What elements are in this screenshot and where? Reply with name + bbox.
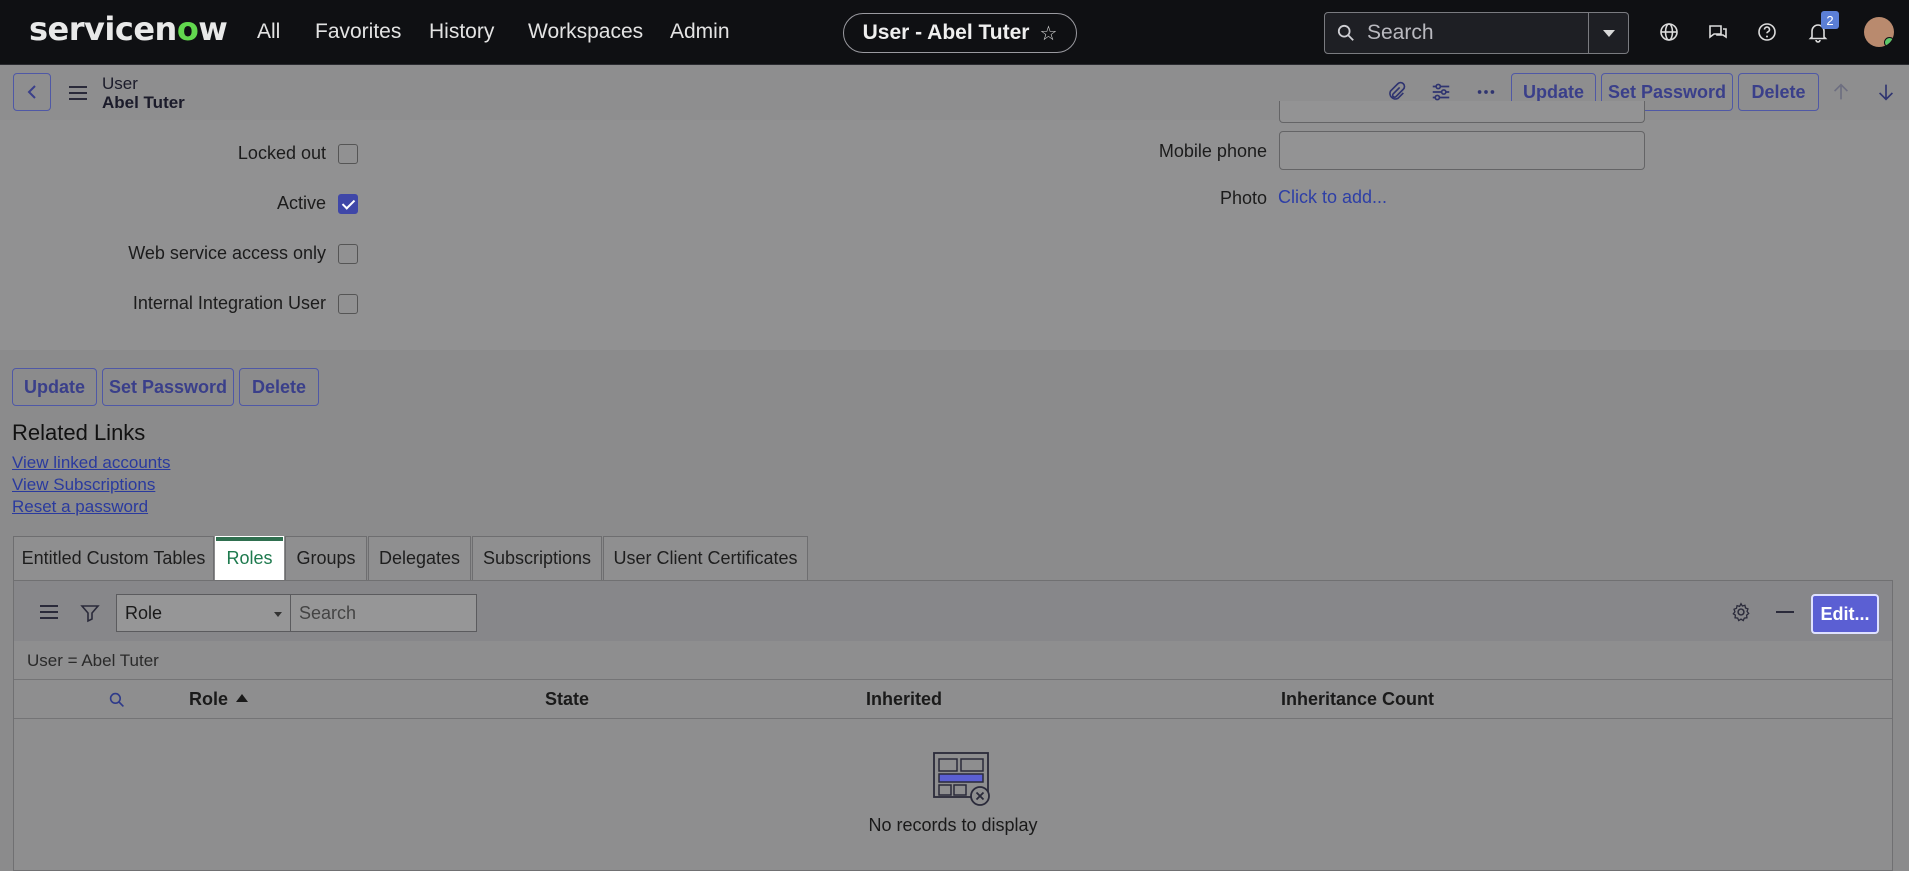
empty-list-message: No records to display	[868, 815, 1038, 835]
web-service-access-only-checkbox[interactable]	[338, 244, 358, 264]
roles-related-list: Role Search Edit... User = Abel Tuter Ro…	[13, 580, 1893, 871]
gear-icon[interactable]	[1730, 601, 1752, 623]
column-header-role[interactable]: Role	[189, 689, 249, 710]
list-search-input[interactable]: Search	[290, 594, 477, 632]
form-context-menu-icon[interactable]	[69, 86, 87, 100]
global-search-input[interactable]: Search	[1324, 12, 1589, 54]
web-service-access-only-label: Web service access only	[128, 243, 326, 263]
active-checkbox[interactable]	[338, 194, 358, 214]
photo-label: Photo	[1219, 188, 1267, 208]
mobile-phone-input[interactable]	[1279, 131, 1645, 170]
nav-all[interactable]: All	[257, 20, 280, 44]
tab-delegates[interactable]: Delegates	[368, 536, 471, 580]
delete-button-header[interactable]: Delete	[1738, 73, 1819, 111]
previous-field-input[interactable]	[1279, 101, 1645, 123]
servicenow-logo[interactable]: servicenow	[29, 10, 228, 48]
search-field-value: Role	[125, 603, 163, 623]
view-linked-accounts-link[interactable]: View linked accounts	[12, 453, 170, 473]
filter-breadcrumb[interactable]: User = Abel Tuter	[27, 651, 159, 671]
chat-icon[interactable]	[1706, 20, 1730, 44]
chevron-down-icon	[1602, 29, 1615, 37]
record-title: User - Abel Tuter	[862, 21, 1030, 44]
sort-ascending-icon	[236, 694, 249, 702]
no-records-illustration-icon	[933, 752, 990, 806]
internal-integration-user-checkbox[interactable]	[338, 294, 358, 314]
form-record-name: Abel Tuter	[102, 93, 185, 112]
tab-entitled-custom-tables[interactable]: Entitled Custom Tables	[13, 536, 214, 580]
notification-count-badge: 2	[1821, 11, 1839, 29]
view-subscriptions-link[interactable]: View Subscriptions	[12, 475, 155, 495]
nav-admin[interactable]: Admin	[670, 20, 730, 44]
next-record-arrow-icon[interactable]	[1875, 81, 1897, 103]
nav-workspaces[interactable]: Workspaces	[528, 20, 643, 44]
locked-out-label: Locked out	[237, 143, 326, 163]
search-icon	[1337, 24, 1354, 41]
user-avatar[interactable]	[1864, 17, 1894, 47]
previous-record-arrow-icon[interactable]	[1830, 81, 1852, 103]
delete-button-footer[interactable]: Delete	[239, 368, 319, 406]
form-table-label: User	[102, 74, 138, 93]
search-placeholder: Search	[1367, 21, 1434, 44]
column-header-inherited[interactable]: Inherited	[866, 689, 942, 710]
list-toolbar: Role Search Edit...	[14, 581, 1892, 641]
search-field-select[interactable]: Role	[116, 594, 290, 632]
tab-subscriptions[interactable]: Subscriptions	[472, 536, 602, 580]
list-header-row: Role State Inherited Inheritance Count	[14, 679, 1892, 719]
nav-history[interactable]: History	[429, 20, 494, 44]
locked-out-checkbox[interactable]	[338, 144, 358, 164]
mobile-phone-label: Mobile phone	[1158, 141, 1267, 161]
column-role-label: Role	[189, 689, 229, 709]
active-label: Active	[276, 193, 326, 213]
photo-click-to-add-link[interactable]: Click to add...	[1278, 187, 1387, 208]
related-links-title: Related Links	[12, 420, 146, 445]
search-scope-dropdown[interactable]	[1589, 12, 1629, 54]
tab-roles[interactable]: Roles	[215, 536, 284, 580]
column-header-inheritance-count[interactable]: Inheritance Count	[1281, 689, 1434, 710]
attachment-icon[interactable]	[1385, 81, 1407, 103]
tab-groups[interactable]: Groups	[285, 536, 367, 580]
top-navigation: servicenow All Favorites History Workspa…	[0, 0, 1909, 65]
reset-password-link[interactable]: Reset a password	[12, 497, 148, 517]
list-context-menu-icon[interactable]	[40, 605, 58, 619]
filter-icon[interactable]	[80, 603, 100, 623]
back-button[interactable]	[13, 73, 51, 111]
globe-icon[interactable]	[1657, 20, 1681, 44]
column-search-icon[interactable]	[109, 692, 125, 708]
record-title-pill[interactable]: User - Abel Tuter ☆	[843, 13, 1077, 53]
nav-favorites[interactable]: Favorites	[315, 20, 401, 44]
column-header-state[interactable]: State	[545, 689, 589, 710]
update-button-footer[interactable]: Update	[12, 368, 97, 406]
internal-integration-user-label: Internal Integration User	[132, 293, 326, 313]
help-icon[interactable]	[1755, 20, 1779, 44]
collapse-minus-icon[interactable]	[1776, 609, 1794, 615]
tab-user-client-certificates[interactable]: User Client Certificates	[603, 536, 808, 580]
favorite-star-icon[interactable]: ☆	[1039, 21, 1057, 46]
more-options-icon[interactable]	[1475, 81, 1497, 103]
personalize-form-icon[interactable]	[1430, 81, 1452, 103]
set-password-button-footer[interactable]: Set Password	[102, 368, 234, 406]
dropdown-arrow-icon	[274, 612, 282, 617]
chevron-left-icon	[27, 85, 36, 99]
edit-button[interactable]: Edit...	[1811, 594, 1879, 634]
form-title: User Abel Tuter	[102, 74, 185, 112]
